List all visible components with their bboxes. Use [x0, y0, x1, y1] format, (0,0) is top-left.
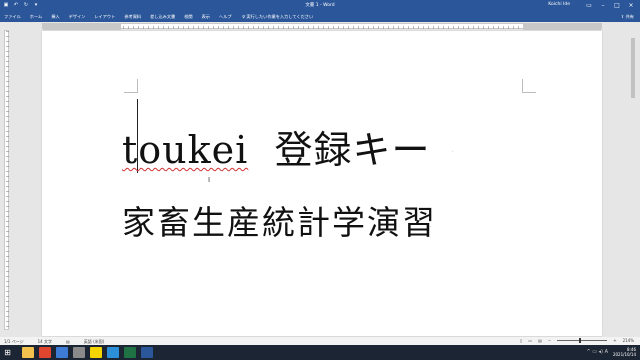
settings-icon[interactable]: [73, 347, 85, 358]
document-line-1[interactable]: toukei 登録キー: [122, 119, 430, 174]
minimize-icon[interactable]: –: [596, 0, 610, 11]
ribbon-tabs: ファイル ホーム 挿入 デザイン レイアウト 参考資料 差し込み文書 校閲 表示 ヘルプ: [4, 14, 232, 20]
clock[interactable]: 8:46 2021/10/14: [613, 347, 636, 357]
ibeam-cursor-icon: I: [208, 176, 211, 184]
clock-date: 2021/10/14: [612, 352, 636, 357]
print-layout-icon[interactable]: ▭: [528, 338, 532, 343]
lightbulb-icon: ♀: [242, 14, 246, 19]
ruler-right-margin[interactable]: [523, 24, 601, 30]
ribbon-tab[interactable]: 差し込み文書: [150, 14, 175, 20]
share-label: 共有: [625, 14, 634, 19]
close-icon[interactable]: ×: [624, 0, 638, 11]
photos-icon[interactable]: [56, 347, 68, 358]
misspelled-word[interactable]: toukei: [122, 128, 248, 172]
share-icon: ⇪: [620, 14, 625, 19]
ribbon-tab-bar: ファイル ホーム 挿入 デザイン レイアウト 参考資料 差し込み文書 校閲 表示 ヘルプ ♀ 実行…: [0, 11, 640, 22]
title-bar: ▣ ↶ ↻ ▾ 文書 1 - Word Koichi Ide ▭ – □ ×: [0, 0, 640, 11]
horizontal-ruler[interactable]: [42, 23, 602, 30]
ribbon-tab[interactable]: 挿入: [51, 14, 59, 20]
word-window: ▣ ↶ ↻ ▾ 文書 1 - Word Koichi Ide ▭ – □ × フ…: [0, 0, 640, 345]
mail-icon[interactable]: [107, 347, 119, 358]
word-icon[interactable]: [141, 347, 153, 358]
zoom-level[interactable]: 214%: [623, 338, 634, 343]
line-1-text[interactable]: 登録キー: [274, 128, 430, 172]
ruler-area: [0, 22, 640, 30]
status-bar: 1/1 ページ 14 文字 ▤ 英語 (米国) ▯ ▭ ▤ − + 214%: [0, 337, 640, 345]
system-tray[interactable]: ^ ▭ ◂) A: [586, 349, 608, 355]
window-title: 文書 1 - Word: [305, 3, 335, 8]
ribbon-tab[interactable]: 校閲: [184, 14, 192, 20]
explorer-icon[interactable]: [22, 347, 34, 358]
zoom-slider[interactable]: [557, 338, 608, 343]
messenger-icon[interactable]: [90, 347, 102, 358]
read-mode-icon[interactable]: ▯: [520, 338, 522, 343]
share-button[interactable]: ⇪ 共有: [621, 14, 634, 20]
vertical-ruler[interactable]: [4, 30, 9, 330]
window-controls: ▭ – □ ×: [582, 0, 638, 11]
user-name[interactable]: Koichi Ide: [548, 2, 570, 7]
paragraph-mark: ·: [452, 149, 454, 155]
ruler-left-margin[interactable]: [43, 24, 121, 30]
web-layout-icon[interactable]: ▤: [538, 338, 542, 343]
ribbon-tab[interactable]: レイアウト: [94, 14, 115, 20]
document-line-2[interactable]: 家畜生産統計学演習: [122, 196, 437, 244]
ruler-ticks: [43, 26, 601, 29]
margin-corner-top-right: [522, 79, 536, 93]
chrome-icon[interactable]: [39, 347, 51, 358]
zoom-slider-thumb[interactable]: [579, 338, 582, 343]
ribbon-tab[interactable]: デザイン: [69, 14, 86, 20]
ribbon-options-icon[interactable]: ▭: [582, 0, 596, 11]
tell-me-text: 実行したい作業を入力してください: [246, 14, 314, 19]
ribbon-tab[interactable]: ヘルプ: [219, 14, 232, 20]
vertical-scrollbar[interactable]: [630, 30, 636, 336]
windows-taskbar: ⊞ ^ ▭ ◂) A 8:46 2021/10/14: [0, 345, 640, 360]
margin-corner-top-left: [124, 79, 138, 93]
scrollbar-thumb[interactable]: [631, 38, 635, 98]
ribbon-tab[interactable]: ファイル: [4, 14, 21, 20]
zoom-out-icon[interactable]: −: [548, 338, 551, 343]
ribbon-tab[interactable]: 表示: [202, 14, 210, 20]
windows-start-icon[interactable]: ⊞: [3, 348, 12, 357]
tell-me-search[interactable]: ♀ 実行したい作業を入力してください: [242, 14, 313, 20]
zoom-in-icon[interactable]: +: [613, 338, 616, 343]
excel-icon[interactable]: [124, 347, 136, 358]
ribbon-tab[interactable]: ホーム: [30, 14, 42, 20]
taskbar-apps: [22, 347, 153, 358]
paragraph-mark: ·: [430, 224, 432, 230]
vertical-ruler-ticks: [6, 31, 9, 329]
ribbon-tab[interactable]: 参考資料: [124, 14, 141, 20]
document-page[interactable]: toukei 登録キー · I 家畜生産統計学演習 ·: [42, 31, 602, 336]
maximize-icon[interactable]: □: [610, 0, 624, 11]
